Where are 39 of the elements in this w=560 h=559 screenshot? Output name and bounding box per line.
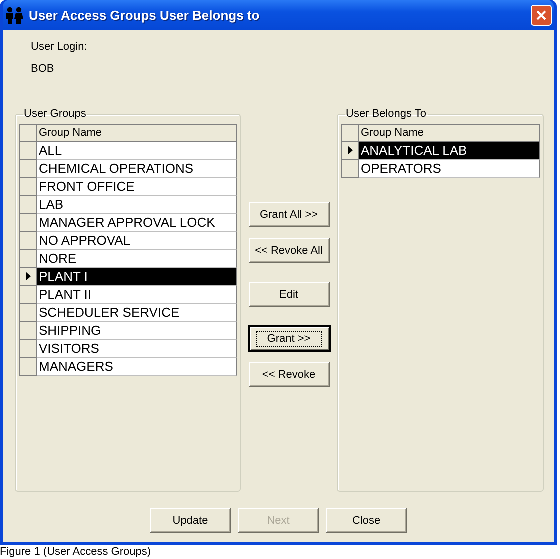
group-row[interactable]: ANALYTICAL LAB <box>359 142 540 160</box>
group-row[interactable]: SHIPPING <box>37 322 237 340</box>
figure-caption: Figure 1 (User Access Groups) <box>0 546 152 558</box>
group-row[interactable]: VISITORS <box>37 340 237 358</box>
panel-title: User Belongs To <box>345 108 428 120</box>
action-button[interactable]: Grant All >> <box>248 202 330 227</box>
row-header <box>19 124 37 142</box>
group-row[interactable]: NORE <box>37 250 237 268</box>
action-button[interactable]: << Revoke All <box>248 238 330 263</box>
dialog-button[interactable]: Update <box>150 508 231 533</box>
user-login-value: BOB <box>31 63 56 75</box>
group-row[interactable]: MANAGER APPROVAL LOCK <box>37 214 237 232</box>
dialog-button[interactable]: Close <box>326 508 407 533</box>
current-row-icon <box>348 146 352 155</box>
current-row-icon <box>26 272 30 281</box>
people-icon <box>5 6 25 24</box>
group-row[interactable]: PLANT II <box>37 286 237 304</box>
action-button[interactable]: << Revoke <box>248 362 330 387</box>
group-row[interactable]: FRONT OFFICE <box>37 178 237 196</box>
column-header[interactable]: Group Name <box>37 124 237 142</box>
column-header[interactable]: Group Name <box>359 124 540 142</box>
group-row[interactable]: LAB <box>37 196 237 214</box>
row-header <box>341 124 359 142</box>
panel-title: User Groups <box>23 108 88 120</box>
row-selector[interactable] <box>341 142 359 160</box>
group-row[interactable]: PLANT I <box>37 268 237 286</box>
group-row[interactable]: OPERATORS <box>359 160 540 178</box>
action-button[interactable]: Grant >> <box>248 326 330 351</box>
group-row[interactable]: ALL <box>37 142 237 160</box>
close-button[interactable] <box>531 4 552 26</box>
row-selector[interactable] <box>19 268 37 286</box>
group-row[interactable]: SCHEDULER SERVICE <box>37 304 237 322</box>
close-icon <box>536 10 547 20</box>
group-row[interactable]: MANAGERS <box>37 358 237 376</box>
group-row[interactable]: NO APPROVAL <box>37 232 237 250</box>
action-button[interactable]: Edit <box>248 282 330 307</box>
group-row[interactable]: CHEMICAL OPERATIONS <box>37 160 237 178</box>
window-title: User Access Groups User Belongs to <box>29 8 261 22</box>
field-label: User Login: <box>31 41 88 53</box>
